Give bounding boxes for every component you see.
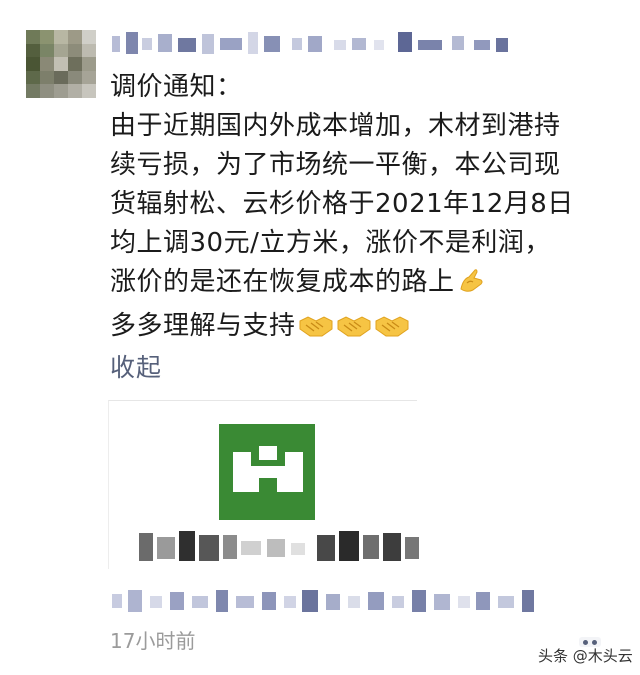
dot [583, 639, 588, 645]
collapse-link[interactable]: 收起 [110, 348, 162, 384]
post-text: 调价通知： 由于近期国内外成本增加，木材到港持 续亏损，为了市场统一平衡，本公司… [110, 68, 630, 351]
post-line: 均上调30元/立方米，涨价不是利润， [110, 228, 551, 258]
handshake-emoji-icon [298, 312, 334, 351]
post-heading: 调价通知： [110, 72, 243, 102]
ok-hand-emoji-icon [457, 267, 485, 307]
post-line-with-emoji: 涨价的是还在恢复成本的路上 [110, 263, 630, 307]
link-title-blurred [127, 531, 427, 565]
handshake-emoji-icon [336, 312, 372, 351]
link-thumbnail-image [219, 424, 315, 520]
watermark: 头条 @木头云 [538, 647, 633, 665]
shared-link-card[interactable] [108, 400, 419, 569]
avatar[interactable] [26, 30, 96, 98]
handshake-emoji-icon [374, 312, 410, 351]
post-timestamp: 17小时前 [110, 629, 196, 653]
post-line: 由于近期国内外成本增加，木材到港持 [110, 111, 561, 141]
source-link-blurred[interactable] [112, 588, 552, 614]
author-name-blurred[interactable] [112, 32, 532, 54]
post-line-with-emoji: 多多理解与支持 [110, 307, 630, 351]
post-line-text: 多多理解与支持 [110, 311, 296, 341]
dot [592, 639, 597, 645]
post-line: 续亏损，为了市场统一平衡，本公司现 [110, 150, 561, 180]
post-line-text: 涨价的是还在恢复成本的路上 [110, 267, 455, 297]
post-line: 货辐射松、云杉价格于2021年12月8日 [110, 189, 574, 219]
